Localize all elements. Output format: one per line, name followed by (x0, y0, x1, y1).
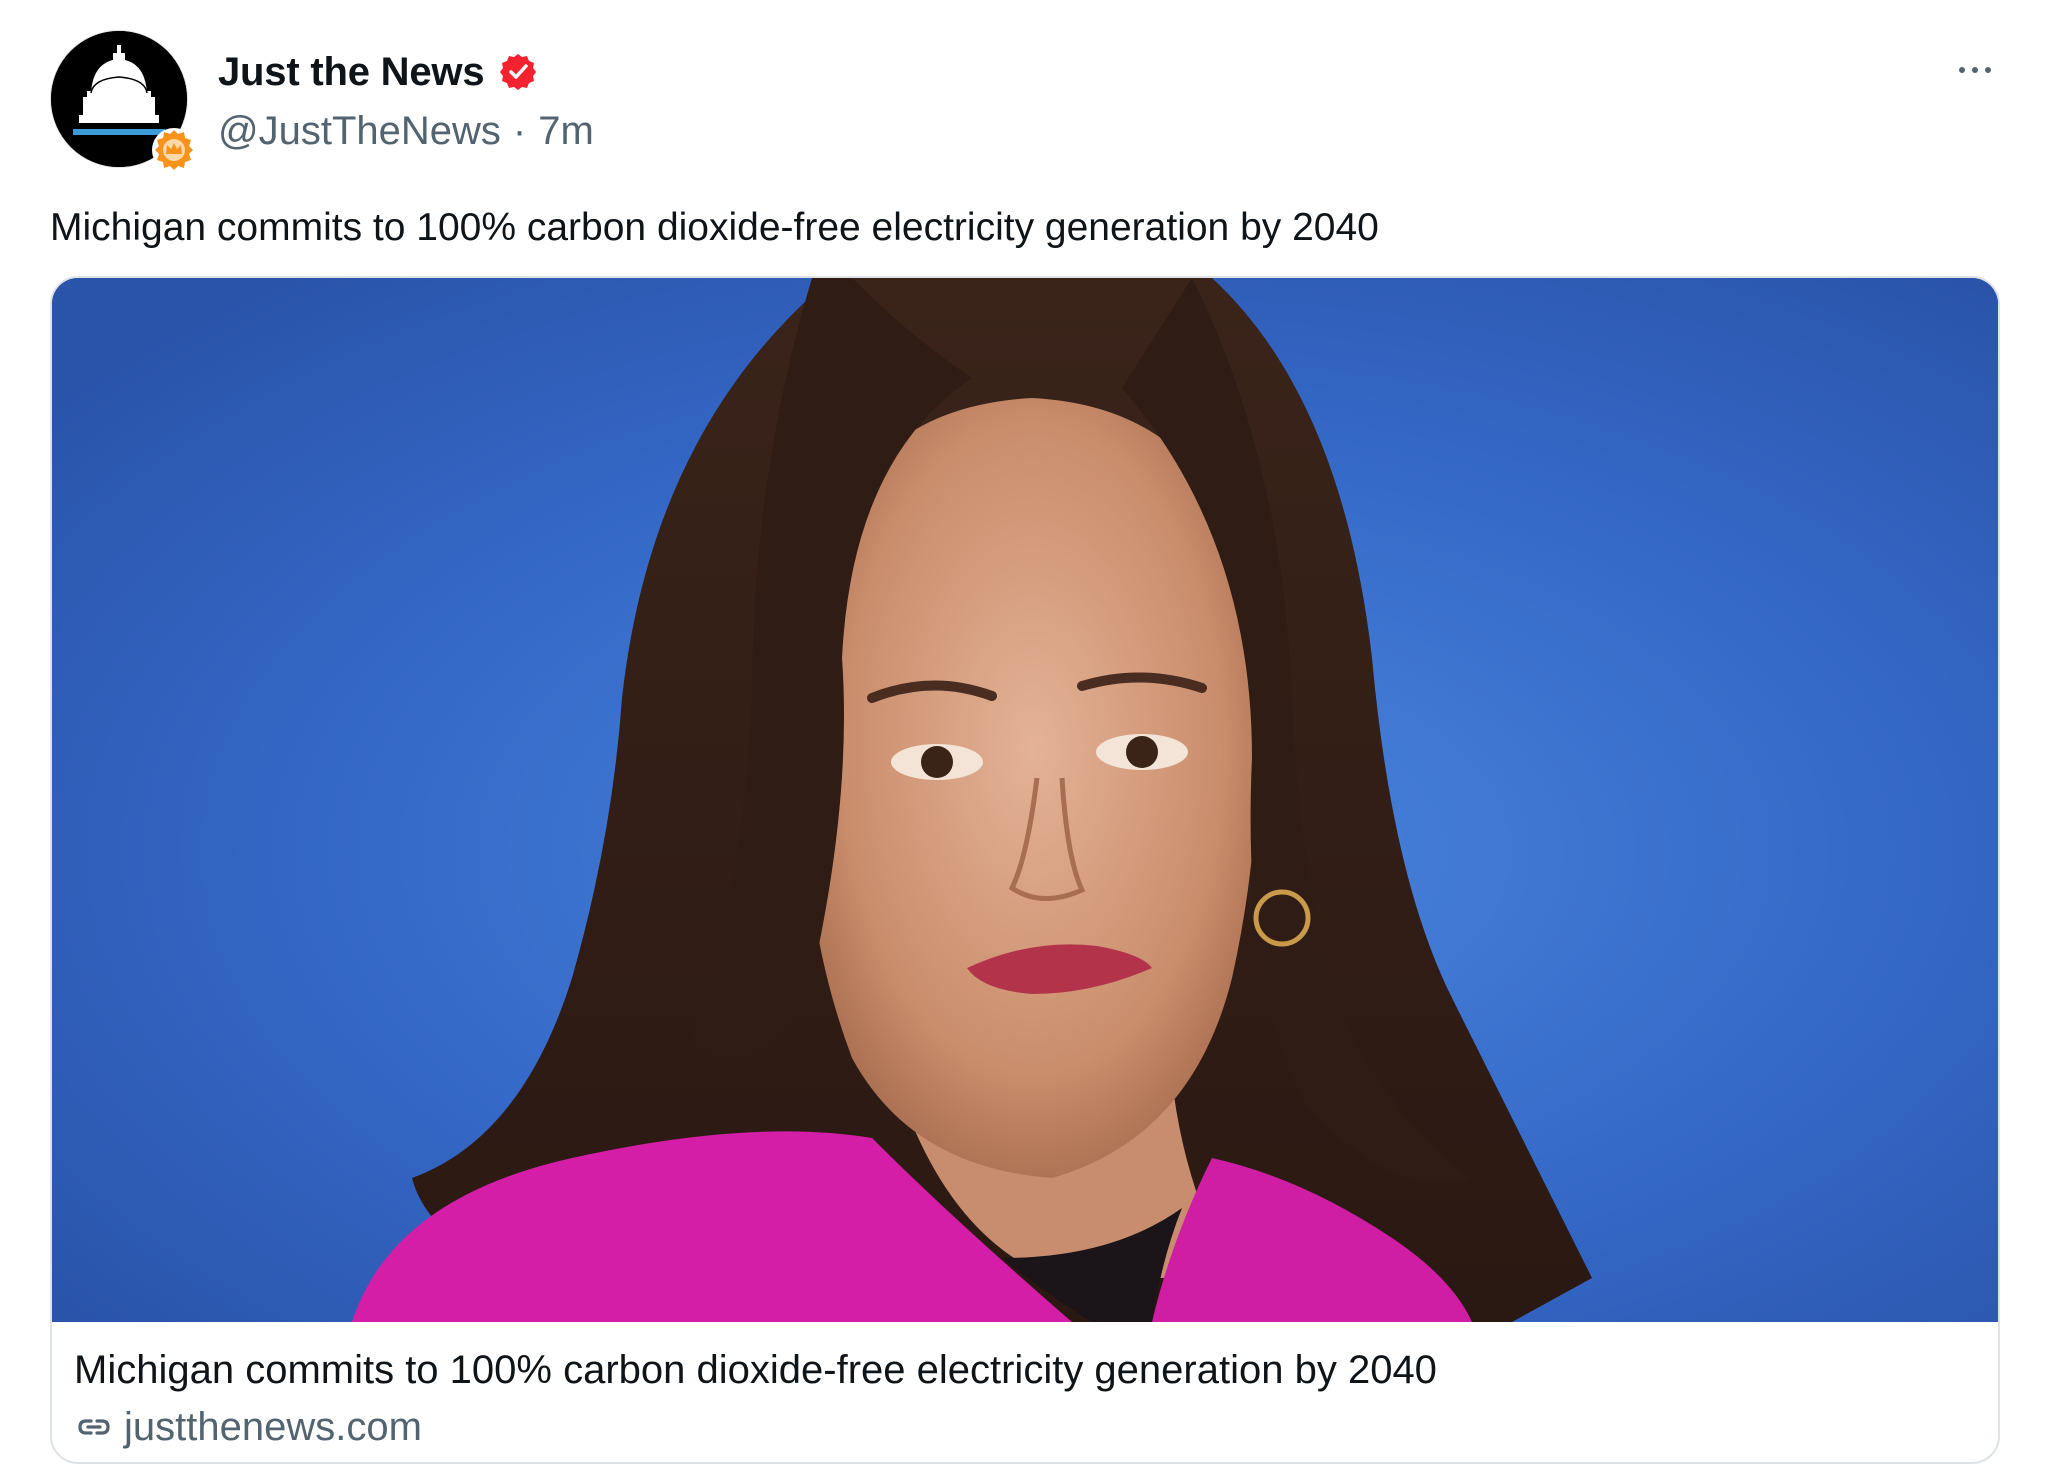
author-display-name[interactable]: Just the News (218, 50, 485, 95)
author-name-row[interactable]: Just the News (218, 46, 538, 98)
crown-badge-icon[interactable] (150, 126, 198, 174)
more-options-button[interactable] (1950, 50, 2000, 90)
link-preview-image[interactable] (52, 278, 1998, 1322)
link-icon (78, 1419, 110, 1435)
more-horizontal-icon-dot (1985, 67, 1991, 73)
more-horizontal-icon (1959, 67, 1965, 73)
link-card-domain[interactable]: justthenews.com (124, 1405, 422, 1450)
author-avatar-container[interactable] (50, 30, 196, 172)
post-timestamp[interactable]: 7m (538, 109, 594, 154)
post[interactable]: Just the News @JustTheNews · 7m Michigan… (0, 0, 2048, 1464)
author-handle-row: @JustTheNews · 7m (218, 106, 594, 156)
author-handle[interactable]: @JustTheNews (218, 109, 501, 154)
link-preview-card[interactable]: Michigan commits to 100% carbon dioxide-… (50, 276, 2000, 1464)
more-horizontal-icon-dot (1972, 67, 1978, 73)
verified-badge-icon (500, 54, 537, 90)
link-card-domain-row[interactable]: justthenews.com (74, 1402, 422, 1452)
post-text: Michigan commits to 100% carbon dioxide-… (50, 206, 1379, 249)
woman-portrait-photo (52, 278, 1998, 1322)
link-card-title[interactable]: Michigan commits to 100% carbon dioxide-… (74, 1344, 1974, 1396)
meta-separator: · (512, 108, 527, 153)
